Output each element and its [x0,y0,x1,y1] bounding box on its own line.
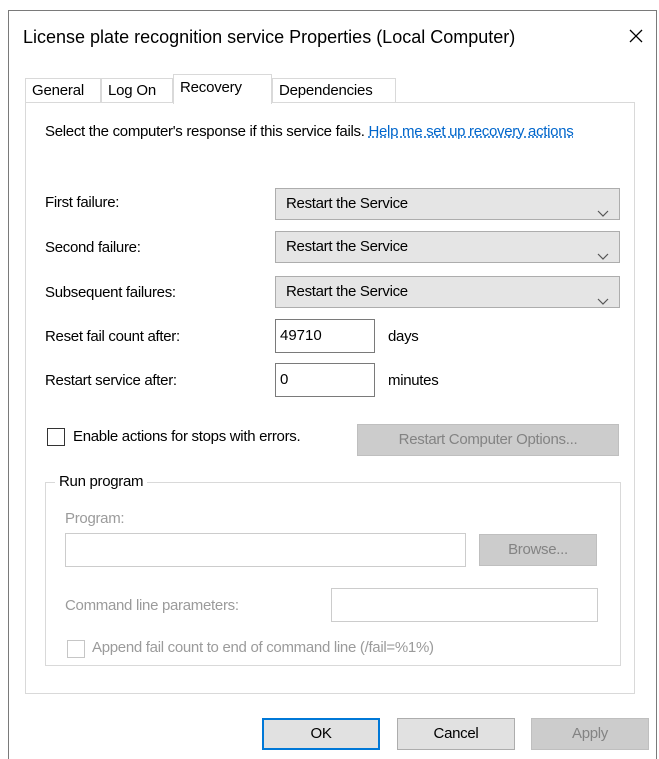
command-line-label: Command line parameters: [65,597,239,614]
tab-general-label: General [32,82,84,99]
first-failure-select[interactable]: Restart the Service [275,188,620,220]
subsequent-failures-label: Subsequent failures: [45,284,176,301]
intro-label: Select the computer's response if this s… [45,123,365,140]
run-program-title: Run program [55,473,148,490]
tab-log-on-label: Log On [108,82,157,99]
intro-text: Select the computer's response if this s… [45,123,625,141]
help-link[interactable]: Help me set up recovery actions [368,123,573,140]
program-input[interactable] [65,533,466,567]
enable-actions-label: Enable actions for stops with errors. [73,428,301,445]
browse-label: Browse... [508,541,568,558]
chevron-down-icon [597,199,609,217]
ok-button[interactable]: OK [262,718,380,750]
append-fail-count-checkbox[interactable] [67,640,85,658]
reset-fail-count-input[interactable]: 49710 [275,319,375,353]
subsequent-failures-value: Restart the Service [286,283,408,300]
append-fail-count-label: Append fail count to end of command line… [92,639,434,656]
chevron-down-icon [597,242,609,260]
restart-computer-options-label: Restart Computer Options... [398,431,578,448]
tab-dependencies-label: Dependencies [279,82,373,99]
cancel-button[interactable]: Cancel [397,718,515,750]
browse-button[interactable]: Browse... [479,534,597,566]
tab-recovery[interactable]: Recovery [173,74,272,104]
chevron-down-icon [597,287,609,305]
restart-service-label: Restart service after: [45,372,177,389]
apply-button[interactable]: Apply [531,718,649,750]
tab-general[interactable]: General [25,78,101,104]
enable-actions-checkbox[interactable] [47,428,65,446]
subsequent-failures-select[interactable]: Restart the Service [275,276,620,308]
second-failure-select[interactable]: Restart the Service [275,231,620,263]
restart-service-input[interactable]: 0 [275,363,375,397]
command-line-input[interactable] [331,588,598,622]
first-failure-label: First failure: [45,194,120,211]
restart-service-value: 0 [280,371,289,388]
tab-dependencies[interactable]: Dependencies [272,78,396,104]
reset-fail-count-value: 49710 [280,327,322,344]
tab-recovery-label: Recovery [180,79,242,96]
title-bar: License plate recognition service Proper… [9,11,655,65]
reset-fail-count-label: Reset fail count after: [45,328,180,345]
cancel-label: Cancel [433,725,479,742]
second-failure-value: Restart the Service [286,238,408,255]
restart-computer-options-button[interactable]: Restart Computer Options... [357,424,619,456]
restart-service-unit: minutes [388,372,439,389]
close-icon[interactable] [621,21,651,51]
reset-fail-count-unit: days [388,328,419,345]
ok-label: OK [310,725,332,742]
program-label: Program: [65,510,125,527]
apply-label: Apply [571,725,609,742]
window-title: License plate recognition service Proper… [23,27,516,47]
tab-log-on[interactable]: Log On [101,78,173,104]
second-failure-label: Second failure: [45,239,141,256]
first-failure-value: Restart the Service [286,195,408,212]
